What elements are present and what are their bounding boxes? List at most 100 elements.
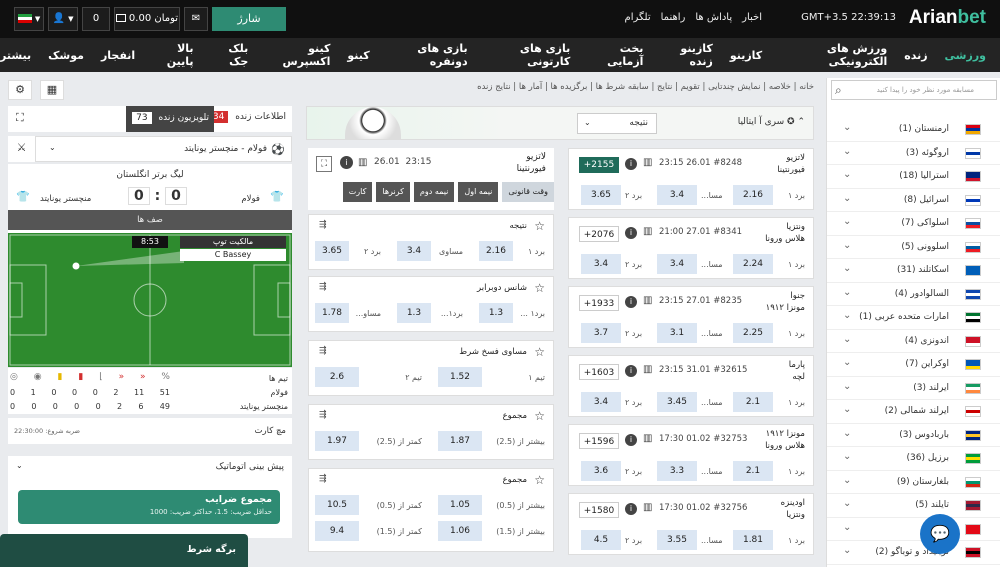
chevron-down-icon[interactable]: ⌄ bbox=[843, 122, 851, 133]
chevron-down-icon[interactable]: ⌄ bbox=[843, 193, 851, 204]
match-card[interactable]: اودینزه ونتزیا +1580 i ▥ 17:30 01.02 #32756 بر… bbox=[568, 493, 814, 555]
country-item[interactable]: ترینیداد و توباگو (2) ⌄ bbox=[827, 541, 1000, 565]
bet-builder-icon[interactable]: ⇶ bbox=[319, 474, 327, 484]
settings-gear-icon[interactable]: ⚙ bbox=[8, 80, 32, 100]
nav-live[interactable]: زنده bbox=[904, 49, 927, 62]
crumb-bet-history[interactable]: سابقه شرط ها bbox=[596, 82, 649, 92]
league-name[interactable]: ⌃ ✪ سری آ ایتالیا bbox=[738, 117, 805, 127]
market-select[interactable]: نتیجه ⌄ bbox=[577, 113, 657, 134]
stats-bars-icon[interactable]: ▥ bbox=[643, 226, 652, 237]
nav-keno[interactable]: کینو bbox=[347, 49, 369, 62]
odds-away-button[interactable]: 3.6 bbox=[581, 461, 621, 481]
outcome-odds-button[interactable]: 1.05 bbox=[438, 495, 482, 515]
link-help[interactable]: راهنما bbox=[661, 12, 686, 23]
outcome-odds-button[interactable]: 1.06 bbox=[438, 521, 482, 541]
fullscreen-icon[interactable]: ⛶ bbox=[316, 156, 332, 172]
crumb-favorites[interactable]: برگزیده ها bbox=[551, 82, 588, 92]
crumb-summary[interactable]: خلاصه bbox=[769, 82, 791, 92]
chevron-down-icon[interactable]: ⌄ bbox=[843, 522, 851, 533]
match-card[interactable]: مونزا ۱۹۱۲ هلاس ورونا +1596 i ▥ 17:30 01.02 #… bbox=[568, 424, 814, 486]
nav-lottery[interactable]: بخت آزمایی bbox=[587, 42, 643, 68]
country-item[interactable]: ایرلند (3) ⌄ bbox=[827, 377, 1000, 400]
bet-builder-icon[interactable]: ⇶ bbox=[319, 346, 327, 356]
stats-bars-icon[interactable]: ▥ bbox=[643, 157, 652, 168]
markets-count-button[interactable]: +1603 bbox=[579, 364, 619, 380]
country-item[interactable]: امارات متحده عربی (1) ⌄ bbox=[827, 306, 1000, 330]
detail-tab[interactable]: وقت قانونی bbox=[502, 182, 554, 202]
chevron-down-icon[interactable]: ⌄ bbox=[843, 498, 851, 509]
info-icon[interactable]: i bbox=[625, 158, 637, 170]
detail-tab[interactable]: نیمه دوم bbox=[413, 182, 455, 202]
info-icon[interactable]: i bbox=[625, 365, 637, 377]
country-item[interactable]: اسرائیل (8) ⌄ bbox=[827, 189, 1000, 212]
detail-tab[interactable]: کارت bbox=[342, 182, 373, 202]
nav-cartoon-games[interactable]: بازی های کارتونی bbox=[485, 42, 570, 68]
country-item[interactable]: اسلواکی (7) ⌄ bbox=[827, 212, 1000, 236]
info-icon[interactable]: i bbox=[625, 296, 637, 308]
link-bonuses[interactable]: پاداش ها bbox=[695, 12, 732, 23]
country-item[interactable]: (14)⌄ bbox=[827, 518, 1000, 541]
odds-draw-button[interactable]: 3.55 bbox=[657, 530, 697, 550]
stats-bars-icon[interactable]: ▥ bbox=[643, 364, 652, 375]
country-item[interactable]: اسکاتلند (31) ⌄ bbox=[827, 259, 1000, 283]
outcome-odds-button[interactable]: 1.52 bbox=[438, 367, 482, 387]
link-news[interactable]: اخبار bbox=[742, 12, 762, 23]
bonus-balance[interactable]: 0 bbox=[82, 7, 110, 31]
odds-away-button[interactable]: 3.4 bbox=[581, 392, 621, 412]
live-tv-tab[interactable]: تلویزیون زنده 73 bbox=[126, 106, 214, 132]
chat-button[interactable]: 💬 bbox=[920, 514, 960, 554]
star-icon[interactable]: ☆ bbox=[534, 345, 545, 359]
nav-blackjack[interactable]: بلک جک bbox=[211, 42, 248, 68]
info-icon[interactable]: i bbox=[625, 227, 637, 239]
country-item[interactable]: باربادوس (3) ⌄ bbox=[827, 424, 1000, 447]
chevron-down-icon[interactable]: ⌄ bbox=[843, 475, 851, 486]
crumb-stats[interactable]: آمار ها bbox=[519, 82, 542, 92]
odds-away-button[interactable]: 3.7 bbox=[581, 323, 621, 343]
odds-home-button[interactable]: 2.24 bbox=[733, 254, 773, 274]
balance-display[interactable]: 0.00 تومان bbox=[114, 7, 180, 31]
match-card[interactable]: جنوا مونزا ۱۹۱۲ +1933 i ▥ 23:15 27.01 #8235 بر… bbox=[568, 286, 814, 348]
stats-bars-icon[interactable]: ▥ bbox=[358, 157, 367, 168]
nav-crash[interactable]: انفجار bbox=[101, 49, 135, 62]
country-item[interactable]: السالوادور (4) ⌄ bbox=[827, 283, 1000, 306]
search-input[interactable]: مسابقه مورد نظر خود را پیدا کنید ⌕ bbox=[831, 80, 997, 100]
chevron-down-icon[interactable]: ⌄ bbox=[843, 451, 851, 462]
odds-home-button[interactable]: 2.25 bbox=[733, 323, 773, 343]
nav-rocket[interactable]: موشک bbox=[48, 49, 84, 62]
outcome-odds-button[interactable]: 1.3 bbox=[479, 303, 513, 323]
markets-count-button[interactable]: +2155 bbox=[579, 157, 619, 173]
odds-away-button[interactable]: 3.65 bbox=[581, 185, 621, 205]
crumb-multiview[interactable]: نمایش چندتایی bbox=[708, 82, 760, 92]
outcome-odds-button[interactable]: 2.6 bbox=[315, 367, 359, 387]
crumb-calendar[interactable]: تقویم bbox=[681, 82, 700, 92]
odds-home-button[interactable]: 2.16 bbox=[733, 185, 773, 205]
language-selector[interactable]: ▼ bbox=[14, 7, 44, 31]
country-item[interactable]: اندونزی (4) ⌄ bbox=[827, 330, 1000, 353]
chevron-down-icon[interactable]: ⌄ bbox=[843, 169, 851, 180]
info-icon[interactable]: i bbox=[340, 156, 353, 169]
nav-keno-express[interactable]: کینو اکسپرس bbox=[265, 42, 331, 68]
outcome-odds-button[interactable]: 2.16 bbox=[479, 241, 513, 261]
expand-icon[interactable]: ⛶ bbox=[16, 111, 24, 125]
chevron-down-icon[interactable]: ⌄ bbox=[843, 545, 851, 556]
crumb-live-results[interactable]: نتایج زنده bbox=[477, 82, 510, 92]
nav-esports[interactable]: ورزش های الکترونیکی bbox=[779, 42, 887, 68]
chevron-down-icon[interactable]: ⌄ bbox=[843, 404, 851, 415]
info-icon[interactable]: i bbox=[625, 434, 637, 446]
odds-draw-button[interactable]: 3.4 bbox=[657, 254, 697, 274]
outcome-odds-button[interactable]: 3.4 bbox=[397, 241, 431, 261]
chevron-down-icon[interactable]: ⌄ bbox=[843, 334, 851, 345]
country-item[interactable]: ایرلند شمالی (2) ⌄ bbox=[827, 400, 1000, 424]
outcome-odds-button[interactable]: 10.5 bbox=[315, 495, 359, 515]
nav-sports[interactable]: ورزشی bbox=[945, 49, 986, 62]
odds-away-button[interactable]: 4.5 bbox=[581, 530, 621, 550]
country-item[interactable]: ارمنستان (1) ⌄ bbox=[827, 118, 1000, 142]
odds-home-button[interactable]: 2.1 bbox=[733, 392, 773, 412]
link-telegram[interactable]: تلگرام bbox=[625, 12, 651, 23]
crumb-results[interactable]: نتایج bbox=[657, 82, 672, 92]
outcome-odds-button[interactable]: 1.97 bbox=[315, 431, 359, 451]
chevron-down-icon[interactable]: ⌄ bbox=[843, 146, 851, 157]
outcome-odds-button[interactable]: 1.3 bbox=[397, 303, 431, 323]
live-match-select[interactable]: ⚽ فولام - منچستر یونایتد ⌄ ⚔ bbox=[8, 136, 292, 162]
country-item[interactable]: اروگوئه (3) ⌄ bbox=[827, 142, 1000, 165]
